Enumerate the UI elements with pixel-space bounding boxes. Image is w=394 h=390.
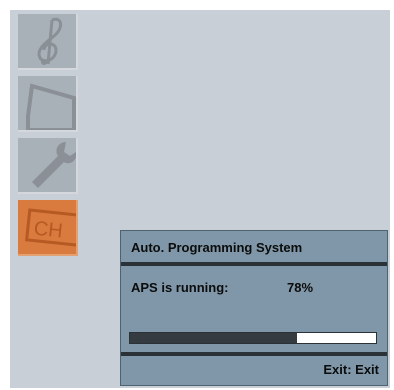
channel-icon: CH [24, 208, 76, 247]
status-label: APS is running: [131, 280, 229, 295]
sound-menu-icon[interactable] [18, 14, 78, 70]
dialog-title: Auto. Programming System [131, 240, 303, 255]
exit-hint[interactable]: Exit: Exit [323, 362, 379, 377]
setup-menu-icon[interactable] [18, 138, 78, 194]
svg-text:CH: CH [33, 218, 64, 243]
tv-osd-screen: CH Auto. Programming System APS is runni… [10, 10, 390, 388]
progress-bar [129, 332, 377, 344]
picture-menu-icon[interactable] [18, 76, 78, 132]
channel-menu-icon[interactable]: CH [18, 200, 78, 256]
music-clef-icon [37, 17, 62, 65]
aps-dialog: Auto. Programming System APS is running:… [120, 230, 388, 386]
wrench-icon [32, 142, 76, 188]
title-divider [121, 262, 387, 266]
progress-fill [130, 333, 298, 343]
footer-divider [121, 352, 387, 356]
tv-screen-icon [26, 83, 76, 130]
progress-percent: 78% [287, 280, 314, 295]
